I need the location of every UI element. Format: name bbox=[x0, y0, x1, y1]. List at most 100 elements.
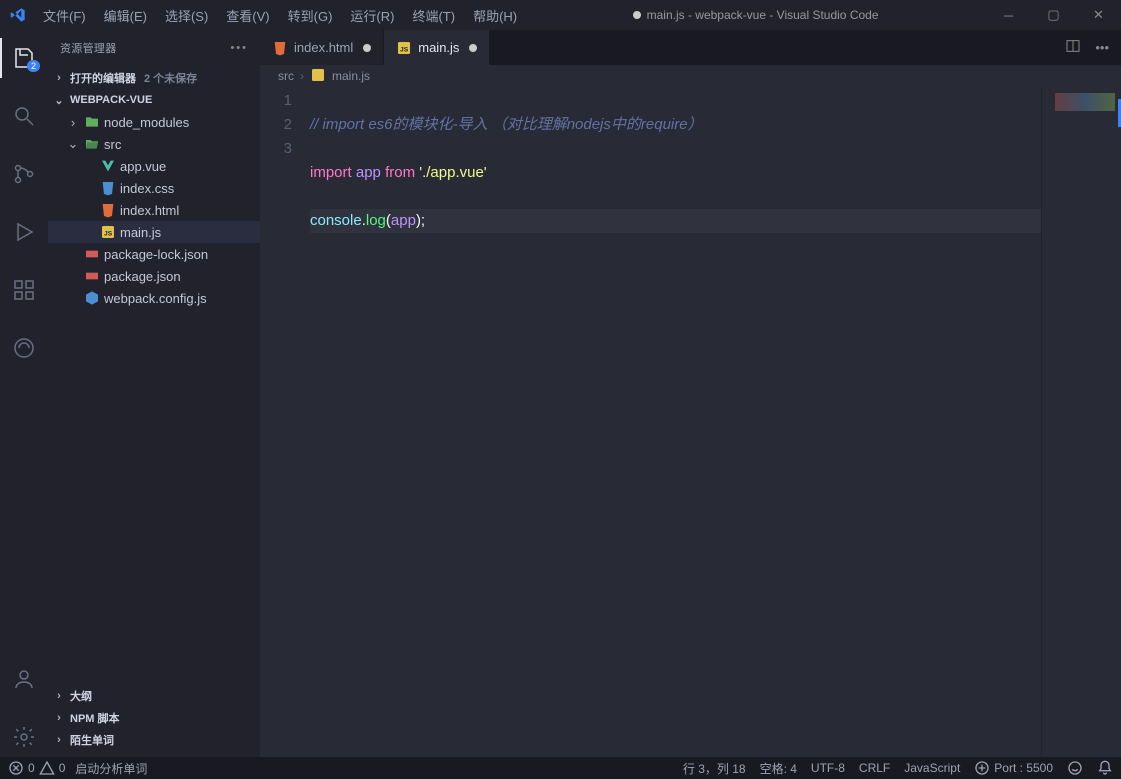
activity-search[interactable] bbox=[0, 96, 48, 136]
npm-icon bbox=[84, 246, 100, 262]
tab-index-html[interactable]: index.html bbox=[260, 30, 384, 65]
menu-go[interactable]: 转到(G) bbox=[280, 2, 341, 29]
svg-text:JS: JS bbox=[400, 46, 409, 53]
folder-node-modules[interactable]: › node_modules bbox=[48, 111, 260, 133]
section-outline[interactable]: › 大纲 bbox=[48, 685, 260, 707]
menu-run[interactable]: 运行(R) bbox=[342, 2, 402, 29]
menu-bar: 文件(F) 编辑(E) 选择(S) 查看(V) 转到(G) 运行(R) 终端(T… bbox=[35, 2, 525, 29]
status-bell-icon[interactable] bbox=[1097, 760, 1113, 776]
status-feedback-icon[interactable] bbox=[1067, 760, 1083, 776]
maximize-button[interactable]: ▢ bbox=[1031, 0, 1076, 30]
window-title-text: main.js - webpack-vue - Visual Studio Co… bbox=[647, 8, 879, 22]
activity-account[interactable] bbox=[0, 659, 48, 699]
breadcrumb-file[interactable]: main.js bbox=[332, 69, 370, 83]
chevron-down-icon: ⌄ bbox=[66, 136, 80, 152]
sidebar-explorer: 资源管理器 ••• › 打开的编辑器 2 个未保存 ⌄ WEBPACK-VUE … bbox=[48, 30, 260, 757]
svg-text:JS: JS bbox=[104, 230, 113, 237]
sidebar-more-icon[interactable]: ••• bbox=[230, 42, 248, 54]
activity-scm[interactable] bbox=[0, 154, 48, 194]
tab-main-js[interactable]: JS main.js bbox=[384, 30, 490, 65]
minimap-content bbox=[1055, 93, 1115, 111]
file-webpack-config[interactable]: webpack.config.js bbox=[48, 287, 260, 309]
explorer-badge: 2 bbox=[27, 60, 40, 72]
status-encoding[interactable]: UTF-8 bbox=[811, 761, 845, 775]
activity-explorer[interactable]: 2 bbox=[0, 38, 48, 78]
menu-help[interactable]: 帮助(H) bbox=[465, 2, 525, 29]
editor-tabs: index.html JS main.js ••• bbox=[260, 30, 1121, 65]
vue-icon bbox=[100, 158, 116, 174]
dirty-dot-icon[interactable] bbox=[363, 44, 371, 52]
js-icon: JS bbox=[100, 224, 116, 240]
file-index-css[interactable]: index.css bbox=[48, 177, 260, 199]
html-icon bbox=[272, 40, 288, 56]
menu-file[interactable]: 文件(F) bbox=[35, 2, 94, 29]
chevron-right-icon: › bbox=[52, 712, 66, 724]
npm-icon bbox=[84, 268, 100, 284]
line-number: 2 bbox=[260, 113, 292, 137]
tab-label: index.html bbox=[294, 40, 353, 55]
tab-actions: ••• bbox=[1053, 30, 1121, 65]
split-editor-icon[interactable] bbox=[1065, 38, 1081, 57]
folder-open-icon bbox=[84, 136, 100, 152]
status-task[interactable]: 启动分析单词 bbox=[75, 760, 147, 777]
status-port[interactable]: Port : 5500 bbox=[974, 760, 1053, 776]
minimize-button[interactable]: ─ bbox=[986, 0, 1031, 30]
section-npm-scripts[interactable]: › NPM 脚本 bbox=[48, 707, 260, 729]
line-number: 1 bbox=[260, 89, 292, 113]
status-indent[interactable]: 空格: 4 bbox=[760, 760, 797, 777]
file-package-lock[interactable]: package-lock.json bbox=[48, 243, 260, 265]
section-open-editors[interactable]: › 打开的编辑器 2 个未保存 bbox=[48, 67, 260, 89]
activity-run-debug[interactable] bbox=[0, 212, 48, 252]
file-main-js[interactable]: JS main.js bbox=[48, 221, 260, 243]
section-unknown-words[interactable]: › 陌生单词 bbox=[48, 729, 260, 751]
activity-other[interactable] bbox=[0, 328, 48, 368]
window-title: main.js - webpack-vue - Visual Studio Co… bbox=[525, 8, 986, 22]
chevron-right-icon: › bbox=[52, 72, 66, 84]
activity-settings[interactable] bbox=[0, 717, 48, 757]
chevron-down-icon: ⌄ bbox=[52, 94, 66, 107]
more-actions-icon[interactable]: ••• bbox=[1095, 40, 1109, 55]
menu-view[interactable]: 查看(V) bbox=[218, 2, 277, 29]
editor-group: index.html JS main.js ••• src › main.js … bbox=[260, 30, 1121, 757]
dirty-dot-icon bbox=[633, 11, 641, 19]
menu-terminal[interactable]: 终端(T) bbox=[404, 2, 463, 29]
status-problems[interactable]: 0 0 bbox=[8, 760, 65, 776]
breadcrumbs[interactable]: src › main.js bbox=[260, 65, 1121, 87]
window-controls: ─ ▢ ✕ bbox=[986, 0, 1121, 30]
code-comment: // import es6的模块化-导入 （对比理解nodejs中的requir… bbox=[310, 116, 703, 133]
menu-edit[interactable]: 编辑(E) bbox=[96, 2, 155, 29]
tab-label: main.js bbox=[418, 40, 459, 55]
code-editor[interactable]: 1 2 3 // import es6的模块化-导入 （对比理解nodejs中的… bbox=[260, 87, 1121, 757]
vscode-logo-icon bbox=[0, 7, 35, 23]
file-package-json[interactable]: package.json bbox=[48, 265, 260, 287]
folder-icon bbox=[84, 114, 100, 130]
breadcrumb-src[interactable]: src bbox=[278, 69, 294, 83]
status-cursor-pos[interactable]: 行 3，列 18 bbox=[683, 760, 746, 777]
minimap[interactable] bbox=[1041, 87, 1121, 757]
activity-extensions[interactable] bbox=[0, 270, 48, 310]
line-number: 3 bbox=[260, 137, 292, 161]
close-button[interactable]: ✕ bbox=[1076, 0, 1121, 30]
chevron-right-icon: › bbox=[300, 69, 304, 83]
chevron-right-icon: › bbox=[66, 115, 80, 130]
status-eol[interactable]: CRLF bbox=[859, 761, 890, 775]
html-icon bbox=[100, 202, 116, 218]
js-icon: JS bbox=[396, 40, 412, 56]
js-icon bbox=[310, 67, 326, 86]
line-gutter: 1 2 3 bbox=[260, 87, 310, 757]
section-project[interactable]: ⌄ WEBPACK-VUE bbox=[48, 89, 260, 111]
file-app-vue[interactable]: app.vue bbox=[48, 155, 260, 177]
status-lang[interactable]: JavaScript bbox=[904, 761, 960, 775]
css-icon bbox=[100, 180, 116, 196]
chevron-right-icon: › bbox=[52, 734, 66, 746]
title-bar: 文件(F) 编辑(E) 选择(S) 查看(V) 转到(G) 运行(R) 终端(T… bbox=[0, 0, 1121, 30]
code-content[interactable]: // import es6的模块化-导入 （对比理解nodejs中的requir… bbox=[310, 87, 1041, 757]
chevron-right-icon: › bbox=[52, 690, 66, 702]
dirty-dot-icon[interactable] bbox=[469, 44, 477, 52]
folder-src[interactable]: ⌄ src bbox=[48, 133, 260, 155]
file-index-html[interactable]: index.html bbox=[48, 199, 260, 221]
menu-select[interactable]: 选择(S) bbox=[157, 2, 216, 29]
status-bar: 0 0 启动分析单词 行 3，列 18 空格: 4 UTF-8 CRLF Jav… bbox=[0, 757, 1121, 779]
webpack-icon bbox=[84, 290, 100, 306]
sidebar-header: 资源管理器 ••• bbox=[48, 30, 260, 65]
